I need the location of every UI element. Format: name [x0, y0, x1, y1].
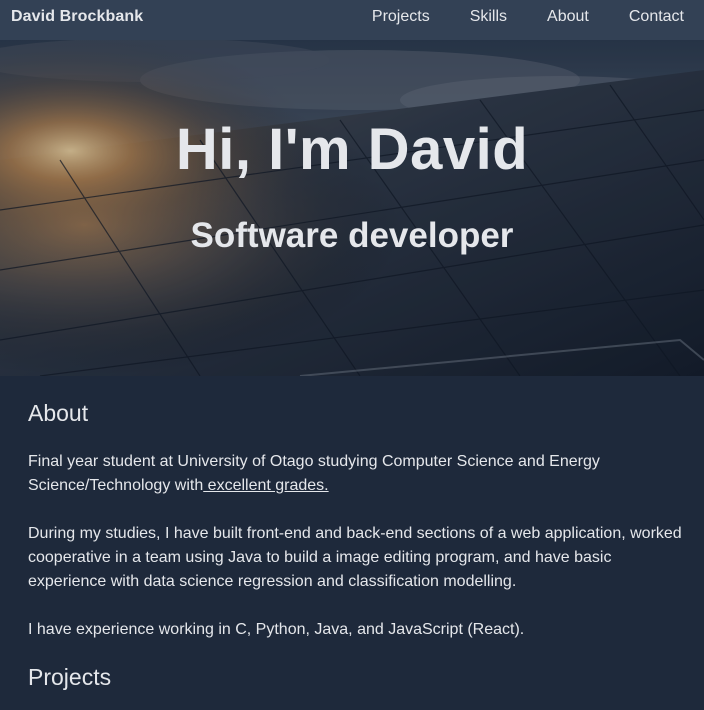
about-heading: About [28, 400, 89, 426]
hero-banner: Hi, I'm David Software developer [0, 40, 704, 376]
projects-heading: Projects [28, 664, 112, 690]
solar-panel-sunset-image [0, 40, 704, 376]
nav-link-skills[interactable]: Skills [470, 8, 507, 26]
hero-subtitle: Software developer [190, 216, 514, 255]
nav-link-about[interactable]: About [547, 8, 589, 26]
main-content: About Final year student at University o… [0, 376, 704, 710]
excellent-grades-link[interactable]: excellent grades. [203, 477, 329, 494]
about-paragraph-2: During my studies, I have built front-en… [28, 525, 682, 590]
about-paragraph-1: Final year student at University of Otag… [28, 450, 688, 498]
hero-title: Hi, I'm David [175, 117, 529, 182]
brand-name[interactable]: David Brockbank [11, 8, 143, 26]
nav-link-projects[interactable]: Projects [372, 8, 430, 26]
about-paragraph-3: I have experience working in C, Python, … [28, 621, 525, 638]
nav-links: Projects Skills About Contact [372, 8, 684, 26]
navbar: David Brockbank Projects Skills About Co… [0, 0, 704, 40]
nav-link-contact[interactable]: Contact [629, 8, 684, 26]
